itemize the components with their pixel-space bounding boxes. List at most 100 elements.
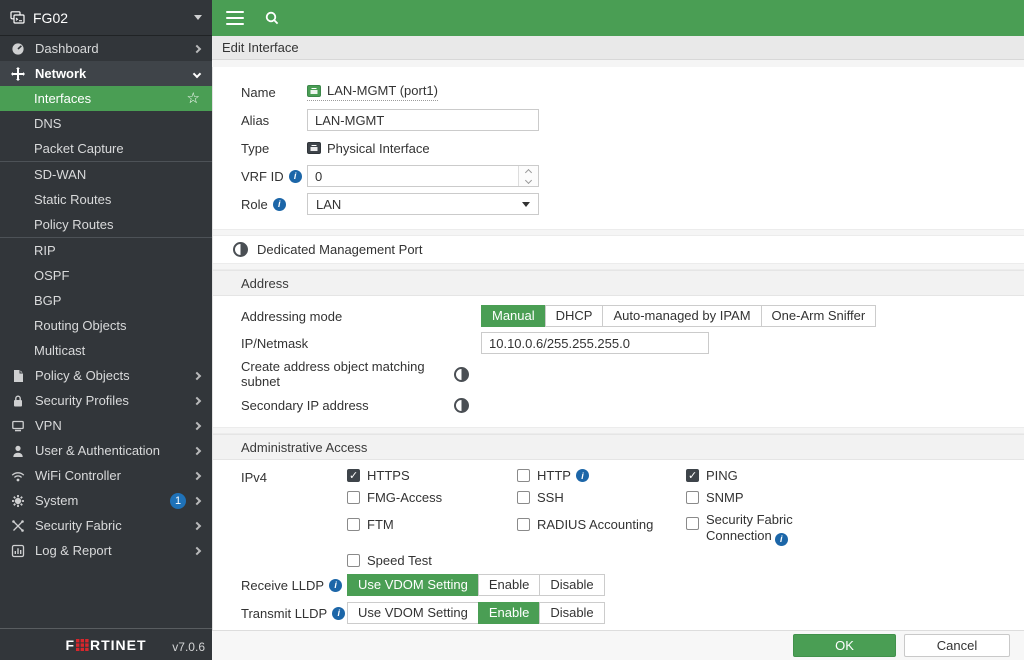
- chevron-right-icon: [193, 546, 201, 554]
- monitor-icon: [10, 419, 26, 433]
- dashboard-icon: [10, 42, 26, 56]
- number-stepper[interactable]: [518, 166, 538, 186]
- fortinet-logo-grid: [76, 639, 89, 651]
- user-icon: [10, 444, 26, 458]
- sidebar-item-user-authentication[interactable]: User & Authentication: [0, 438, 212, 463]
- sidebar-item-system[interactable]: System 1: [0, 488, 212, 513]
- ipv4-label: IPv4: [241, 468, 347, 568]
- checkbox-http[interactable]: HTTPi: [517, 468, 686, 483]
- dedicated-mgmt-toggle[interactable]: [233, 242, 248, 257]
- device-selector[interactable]: FG02: [0, 0, 212, 36]
- address-section-header: Address: [213, 270, 1024, 296]
- info-icon[interactable]: i: [576, 469, 589, 482]
- sidebar: FG02 Dashboard Network Interfaces ☆ DNS …: [0, 0, 212, 660]
- info-icon[interactable]: i: [332, 607, 345, 620]
- sidebar-item-dashboard[interactable]: Dashboard: [0, 36, 212, 61]
- section-divider: [213, 263, 1024, 270]
- info-icon[interactable]: i: [329, 579, 342, 592]
- sidebar-item-bgp[interactable]: BGP: [0, 288, 212, 313]
- ok-button[interactable]: OK: [793, 634, 896, 657]
- create-address-object-row: Create address object matching subnet: [213, 359, 1024, 389]
- addressing-mode-manual[interactable]: Manual: [481, 305, 546, 327]
- receive-lldp-enable[interactable]: Enable: [478, 574, 540, 596]
- sidebar-item-ospf[interactable]: OSPF: [0, 263, 212, 288]
- info-icon[interactable]: i: [273, 198, 286, 211]
- fortinet-logo: F RTINET: [65, 637, 146, 653]
- admin-access-section-header: Administrative Access: [213, 434, 1024, 460]
- chevron-down-icon: [522, 202, 530, 207]
- checkbox-https[interactable]: HTTPS: [347, 468, 517, 483]
- type-row: Type Physical Interface: [213, 136, 1024, 160]
- network-icon: [10, 67, 26, 81]
- form-footer: OK Cancel: [212, 630, 1024, 660]
- info-icon[interactable]: i: [289, 170, 302, 183]
- sidebar-item-wifi-controller[interactable]: WiFi Controller: [0, 463, 212, 488]
- checkbox-ftm[interactable]: FTM: [347, 517, 517, 532]
- transmit-lldp-enable[interactable]: Enable: [478, 602, 540, 624]
- checkbox-security-fabric-connection[interactable]: Security Fabric Connectioni: [686, 512, 871, 546]
- sidebar-item-multicast[interactable]: Multicast: [0, 338, 212, 363]
- checkbox-radius-accounting[interactable]: RADIUS Accounting: [517, 517, 686, 532]
- addressing-mode-ipam[interactable]: Auto-managed by IPAM: [602, 305, 761, 327]
- transmit-lldp-disable[interactable]: Disable: [539, 602, 604, 624]
- sidebar-item-vpn[interactable]: VPN: [0, 413, 212, 438]
- secondary-ip-row: Secondary IP address: [213, 394, 1024, 416]
- sidebar-item-security-fabric[interactable]: Security Fabric: [0, 513, 212, 538]
- stepper-up-icon[interactable]: [525, 168, 532, 175]
- menu-icon[interactable]: [226, 17, 244, 20]
- transmit-lldp-label: Transmit LLDP: [241, 606, 327, 621]
- create-address-object-toggle[interactable]: [454, 367, 469, 382]
- ip-netmask-input[interactable]: [481, 332, 709, 354]
- transmit-lldp-row: Transmit LLDP i Use VDOM Setting Enable …: [213, 602, 1024, 624]
- alias-input[interactable]: [307, 109, 539, 131]
- info-icon[interactable]: i: [775, 533, 788, 546]
- checkbox-snmp[interactable]: SNMP: [686, 490, 871, 505]
- role-select[interactable]: LAN: [307, 193, 539, 215]
- sidebar-item-interfaces[interactable]: Interfaces ☆: [0, 86, 212, 111]
- vrf-label: VRF ID: [241, 169, 284, 184]
- sidebar-item-packet-capture[interactable]: Packet Capture: [0, 136, 212, 161]
- search-icon[interactable]: [264, 10, 280, 26]
- ipv4-checkbox-grid: HTTPS HTTPi PING FMG-Access SSH SNMP FTM…: [347, 468, 871, 568]
- favorite-star-icon[interactable]: ☆: [187, 91, 200, 106]
- ip-netmask-label: IP/Netmask: [241, 336, 481, 351]
- addressing-mode-row: Addressing mode Manual DHCP Auto-managed…: [213, 305, 1024, 327]
- checkbox-fmg-access[interactable]: FMG-Access: [347, 490, 517, 505]
- receive-lldp-vdom[interactable]: Use VDOM Setting: [347, 574, 479, 596]
- firmware-version: v7.0.6: [172, 640, 205, 654]
- checkbox-ping[interactable]: PING: [686, 468, 871, 483]
- addressing-mode-sniffer[interactable]: One-Arm Sniffer: [761, 305, 877, 327]
- policy-icon: [10, 369, 26, 383]
- transmit-lldp-segmented: Use VDOM Setting Enable Disable: [347, 602, 605, 624]
- sidebar-item-static-routes[interactable]: Static Routes: [0, 187, 212, 212]
- sidebar-item-policy-routes[interactable]: Policy Routes: [0, 212, 212, 237]
- secondary-ip-toggle[interactable]: [454, 398, 469, 413]
- addressing-mode-segmented: Manual DHCP Auto-managed by IPAM One-Arm…: [481, 305, 876, 327]
- page-title: Edit Interface: [222, 40, 299, 55]
- stepper-down-icon[interactable]: [525, 176, 532, 183]
- sidebar-item-dns[interactable]: DNS: [0, 111, 212, 136]
- checkbox-speed-test[interactable]: Speed Test: [347, 553, 517, 568]
- addressing-mode-dhcp[interactable]: DHCP: [545, 305, 604, 327]
- sidebar-item-log-report[interactable]: Log & Report: [0, 538, 212, 563]
- receive-lldp-disable[interactable]: Disable: [539, 574, 604, 596]
- ipv4-access-row: IPv4 HTTPS HTTPi PING FMG-Access SSH SNM…: [213, 468, 1024, 568]
- sidebar-item-rip[interactable]: RIP: [0, 238, 212, 263]
- dedicated-mgmt-label: Dedicated Management Port: [257, 242, 422, 257]
- sidebar-item-policy-objects[interactable]: Policy & Objects: [0, 363, 212, 388]
- edit-interface-form: Name LAN-MGMT (port1) Alias Type Physica…: [212, 60, 1024, 630]
- interface-type-value: Physical Interface: [307, 141, 430, 156]
- interface-icon-green: [307, 85, 321, 97]
- transmit-lldp-vdom[interactable]: Use VDOM Setting: [347, 602, 479, 624]
- chevron-right-icon: [193, 496, 201, 504]
- vrf-input[interactable]: [307, 165, 539, 187]
- addressing-mode-label: Addressing mode: [241, 309, 481, 324]
- checkbox-ssh[interactable]: SSH: [517, 490, 686, 505]
- sidebar-item-network[interactable]: Network: [0, 61, 212, 86]
- role-value: LAN: [316, 197, 341, 212]
- sidebar-item-security-profiles[interactable]: Security Profiles: [0, 388, 212, 413]
- role-label: Role: [241, 197, 268, 212]
- sidebar-item-routing-objects[interactable]: Routing Objects: [0, 313, 212, 338]
- cancel-button[interactable]: Cancel: [904, 634, 1010, 657]
- sidebar-item-sd-wan[interactable]: SD-WAN: [0, 162, 212, 187]
